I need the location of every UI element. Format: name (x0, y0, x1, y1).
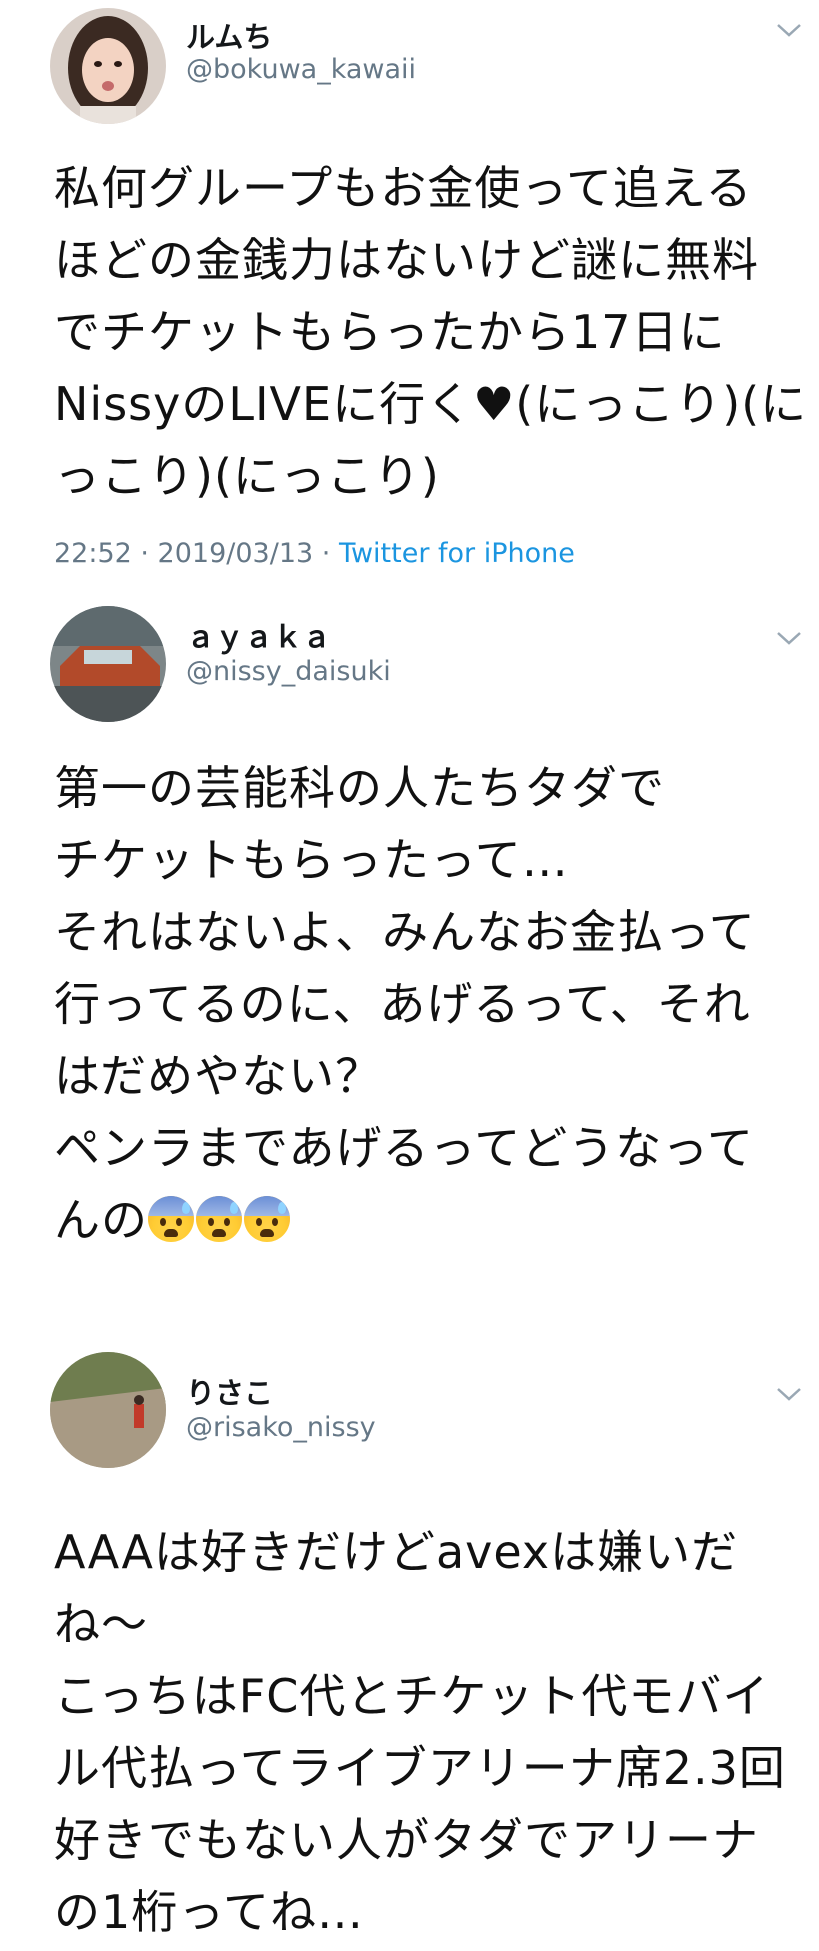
avatar[interactable] (50, 1352, 166, 1468)
tweet-line: 好きでもない人がタダでアリーナ (54, 1813, 759, 1867)
tweet-text: AAAは好きだけどavexは嫌いだ ね〜 こっちはFC代とチケット代モバイ ル代… (54, 1516, 794, 1948)
tweet-meta: 22:52 · 2019/03/13 · Twitter for iPhone (54, 538, 575, 569)
tweet-line: ル代払ってライブアリーナ席2.3回 (54, 1741, 786, 1795)
avatar[interactable] (50, 8, 166, 124)
tweet-line: こっちはFC代とチケット代モバイ (54, 1669, 770, 1723)
tweet-last-line: んの (54, 1184, 794, 1256)
chevron-down-icon[interactable] (774, 20, 804, 40)
tweet-line: の1桁ってね… (54, 1885, 364, 1939)
avatar[interactable] (50, 606, 166, 722)
tweet-line: 第一の芸能科の人たちタダで (54, 761, 665, 815)
tweet-text: 第一の芸能科の人たちタダで チケットもらったって… それはないよ、みんなお金払っ… (54, 752, 794, 1256)
avatar-photo-car-icon (50, 606, 166, 722)
tweet-line: 行ってるのに、あげるって、それ (54, 977, 751, 1031)
tweet-line: ペンラまであげるってどうなって (54, 1121, 754, 1175)
avatar-photo-girl-icon (50, 8, 166, 124)
avatar-photo-park-icon (50, 1352, 166, 1468)
user-handle[interactable]: @bokuwa_kawaii (186, 54, 416, 85)
anxious-face-emoji-icon (148, 1196, 194, 1242)
display-name[interactable]: りさこ (186, 1370, 273, 1412)
tweet-line: 私何グループもお金使って追える (54, 161, 753, 215)
tweet-line: AAAは好きだけどavexは嫌いだ (54, 1525, 739, 1579)
tweet-line: はだめやない？ (54, 1049, 383, 1103)
tweet-source-link[interactable]: Twitter for iPhone (339, 538, 575, 569)
tweet-line: NissyのLIVEに行く♥(にっこり)(に (54, 377, 808, 431)
tweet-line: んの (54, 1193, 148, 1247)
display-name[interactable]: ルムち (186, 14, 272, 56)
tweet-text: 私何グループもお金使って追える ほどの金銭力はないけど謎に無料 でチケットもらっ… (54, 152, 808, 512)
tweet-line: それはないよ、みんなお金払って (54, 905, 756, 959)
tweet-timestamp[interactable]: 22:52 · 2019/03/13 · (54, 538, 339, 569)
user-handle[interactable]: @risako_nissy (186, 1412, 376, 1443)
chevron-down-icon[interactable] (774, 1384, 804, 1404)
tweet-line: ね〜 (54, 1597, 148, 1651)
tweet-line: ほどの金銭力はないけど謎に無料 (54, 233, 759, 287)
tweet-line: っこり)(にっこり) (54, 449, 440, 503)
anxious-face-emoji-icon (196, 1196, 242, 1242)
user-handle[interactable]: @nissy_daisuki (186, 656, 391, 687)
anxious-face-emoji-icon (244, 1196, 290, 1242)
tweet-line: チケットもらったって… (54, 833, 569, 887)
tweet-line: でチケットもらったから17日に (54, 305, 726, 359)
display-name[interactable]: ａｙａｋａ (186, 614, 331, 656)
chevron-down-icon[interactable] (774, 628, 804, 648)
